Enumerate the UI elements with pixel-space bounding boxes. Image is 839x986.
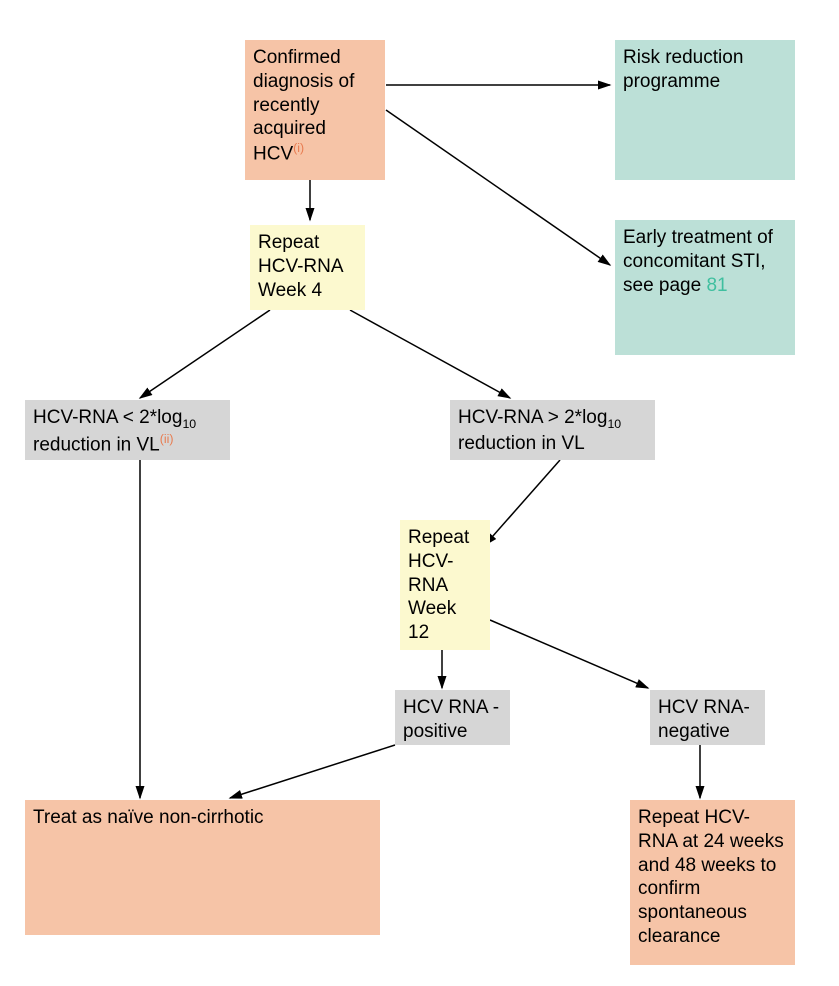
node-repeat-week4: Repeat HCV-RNA Week 4 (250, 225, 365, 310)
node-risk-reduction: Risk reduction programme (615, 40, 795, 180)
flowchart-canvas: Confirmed diagnosis of recently acquired… (0, 0, 839, 986)
node-confirmed-hcv: Confirmed diagnosis of recently acquired… (245, 40, 385, 180)
node-rna-positive: HCV RNA -positive (395, 690, 510, 745)
text: Treat as naïve non-cirrhotic (33, 807, 264, 828)
page-link-81[interactable]: 81 (706, 275, 727, 296)
subscript: 10 (182, 417, 196, 431)
node-greater-than-2log: HCV-RNA > 2*log10 reduction in VL (450, 400, 655, 460)
node-rna-negative: HCV RNA-negative (650, 690, 765, 745)
node-early-treatment: Early treatment of concomitant STI, see … (615, 220, 795, 355)
text: Repeat HCV-RNA Week 12 (408, 527, 469, 643)
node-repeat-confirm: Repeat HCV-RNA at 24 weeks and 48 weeks … (630, 800, 795, 965)
text: Repeat HCV-RNA at 24 weeks and 48 weeks … (638, 807, 784, 947)
subscript: 10 (607, 417, 621, 431)
footnote-i: (i) (293, 141, 304, 155)
text-a: HCV-RNA < 2*log (33, 407, 182, 428)
node-less-than-2log: HCV-RNA < 2*log10 reduction in VL(ii) (25, 400, 230, 460)
text: HCV RNA -positive (403, 697, 499, 742)
text: Early treatment of concomitant STI, see … (623, 227, 773, 296)
text-a: HCV-RNA > 2*log (458, 407, 607, 428)
text: HCV RNA-negative (658, 697, 750, 742)
footnote-ii: (ii) (160, 432, 174, 446)
text: Repeat HCV-RNA Week 4 (258, 232, 342, 301)
node-treat-naive: Treat as naïve non-cirrhotic (25, 800, 380, 935)
text-b: reduction in VL (33, 435, 160, 456)
node-repeat-week12: Repeat HCV-RNA Week 12 (400, 520, 490, 650)
text-b: reduction in VL (458, 433, 585, 454)
text: Risk reduction programme (623, 47, 743, 92)
